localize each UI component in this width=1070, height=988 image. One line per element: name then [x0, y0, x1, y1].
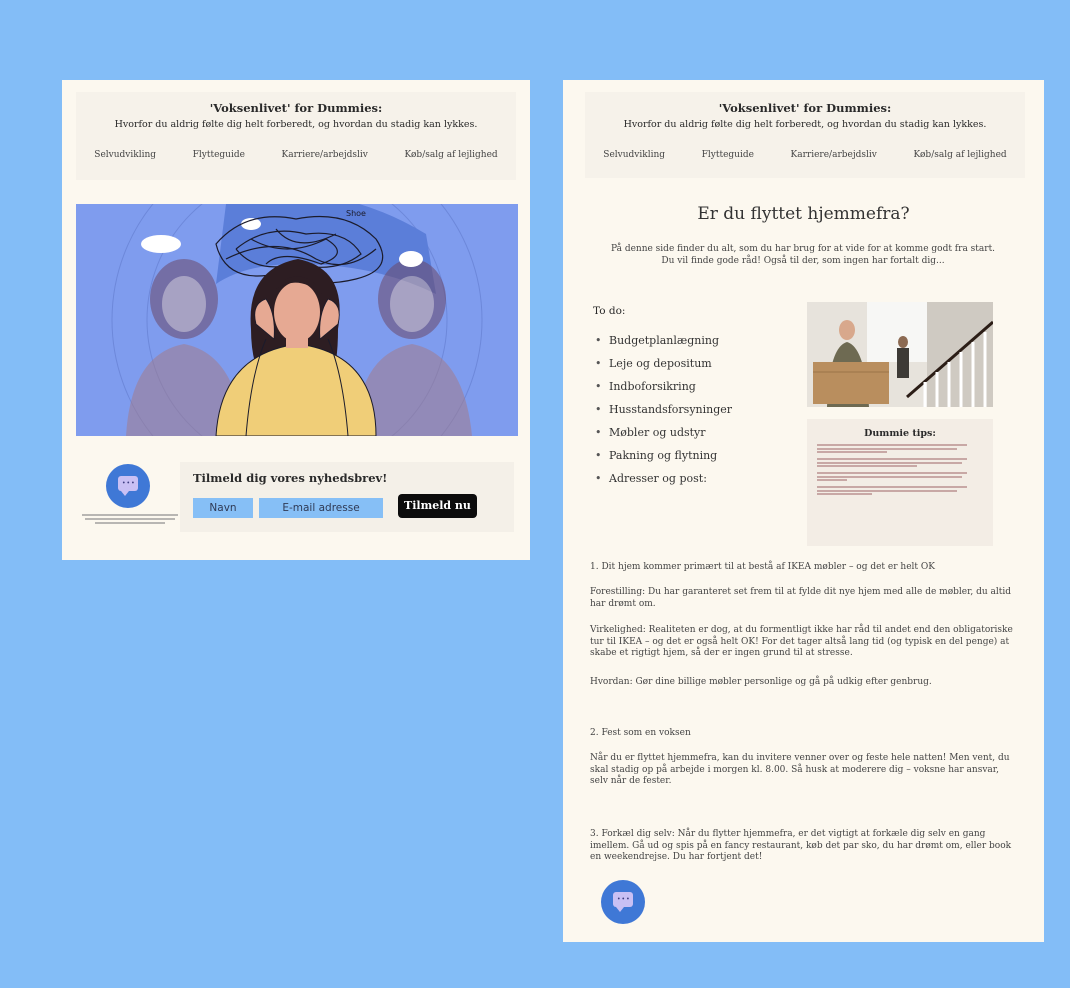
tip-item	[817, 458, 983, 467]
nav-item-lejlighed[interactable]: Køb/salg af lejlighed	[913, 150, 1006, 160]
site-header: 'Voksenlivet' for Dummies: Hvorfor du al…	[76, 92, 516, 180]
page-heading: Er du flyttet hjemmefra?	[697, 204, 910, 224]
tips-title: Dummie tips:	[864, 428, 936, 439]
site-tagline: Hvorfor du aldrig følte dig helt forbere…	[114, 119, 478, 130]
section-1-paragraph: Virkelighed: Realiteten er dog, at du fo…	[590, 625, 1013, 658]
nav-item-flytteguide[interactable]: Flytteguide	[702, 150, 754, 160]
nav-item-flytteguide[interactable]: Flytteguide	[193, 150, 245, 160]
hero-doodle-text: Shoe	[346, 209, 366, 218]
moving-photo	[807, 302, 993, 407]
nav-item-selvudvikling[interactable]: Selvudvikling	[603, 150, 665, 160]
todo-item: Indboforsikring	[595, 380, 732, 403]
chat-icon[interactable]: •••	[106, 464, 150, 508]
newsletter-box: Tilmeld dig vores nyhedsbrev! Navn E-mai…	[180, 462, 514, 532]
intro-line-2: Du vil finde gode råd! Også til der, som…	[661, 256, 945, 266]
main-nav: Selvudvikling Flytteguide Karriere/arbej…	[76, 150, 516, 160]
todo-list: Budgetplanlægning Leje og depositum Indb…	[595, 334, 732, 495]
todo-item: Budgetplanlægning	[595, 334, 732, 357]
tip-item	[817, 444, 983, 453]
nav-item-selvudvikling[interactable]: Selvudvikling	[94, 150, 156, 160]
tip-item	[817, 486, 983, 495]
todo-item: Husstandsforsyninger	[595, 403, 732, 426]
site-header: 'Voksenlivet' for Dummies: Hvorfor du al…	[585, 92, 1025, 178]
intro-line-1: På denne side finder du alt, som du har …	[610, 244, 996, 254]
tip-item	[817, 472, 983, 481]
site-title: 'Voksenlivet' for Dummies:	[209, 101, 383, 115]
todo-label: To do:	[593, 305, 626, 317]
todo-item: Pakning og flytning	[595, 449, 732, 472]
section-1-paragraph: Hvordan: Gør dine billige møbler personl…	[590, 677, 932, 687]
article-page-mockup: 'Voksenlivet' for Dummies: Hvorfor du al…	[563, 80, 1044, 942]
page-intro: På denne side finder du alt, som du har …	[603, 243, 1003, 267]
name-field[interactable]: Navn	[193, 498, 253, 518]
landing-page-mockup: 'Voksenlivet' for Dummies: Hvorfor du al…	[62, 80, 530, 560]
chat-caption	[78, 512, 182, 526]
chat-icon[interactable]: •••	[601, 880, 645, 924]
site-title: 'Voksenlivet' for Dummies:	[718, 101, 892, 115]
nav-item-karriere[interactable]: Karriere/arbejdsliv	[282, 150, 368, 160]
hero-illustration: Shoe	[76, 204, 518, 436]
newsletter-title: Tilmeld dig vores nyhedsbrev!	[193, 471, 388, 485]
section-2-paragraph: Når du er flyttet hjemmefra, kan du invi…	[590, 753, 1010, 786]
todo-item: Møbler og udstyr	[595, 426, 732, 449]
section-1-title: 1. Dit hjem kommer primært til at bestå …	[590, 562, 935, 572]
main-nav: Selvudvikling Flytteguide Karriere/arbej…	[585, 150, 1025, 160]
site-tagline: Hvorfor du aldrig følte dig helt forbere…	[623, 119, 987, 130]
section-3-paragraph: 3. Forkæl dig selv: Når du flytter hjemm…	[590, 829, 1012, 862]
section-1-paragraph: Forestilling: Du har garanteret set frem…	[590, 587, 1012, 609]
subscribe-button[interactable]: Tilmeld nu	[398, 494, 477, 518]
nav-item-lejlighed[interactable]: Køb/salg af lejlighed	[404, 150, 497, 160]
todo-item: Adresser og post:	[595, 472, 732, 495]
section-2-title: 2. Fest som en voksen	[590, 728, 691, 738]
nav-item-karriere[interactable]: Karriere/arbejdsliv	[791, 150, 877, 160]
email-field[interactable]: E-mail adresse	[259, 498, 383, 518]
todo-item: Leje og depositum	[595, 357, 732, 380]
dummie-tips-box: Dummie tips:	[807, 419, 993, 546]
